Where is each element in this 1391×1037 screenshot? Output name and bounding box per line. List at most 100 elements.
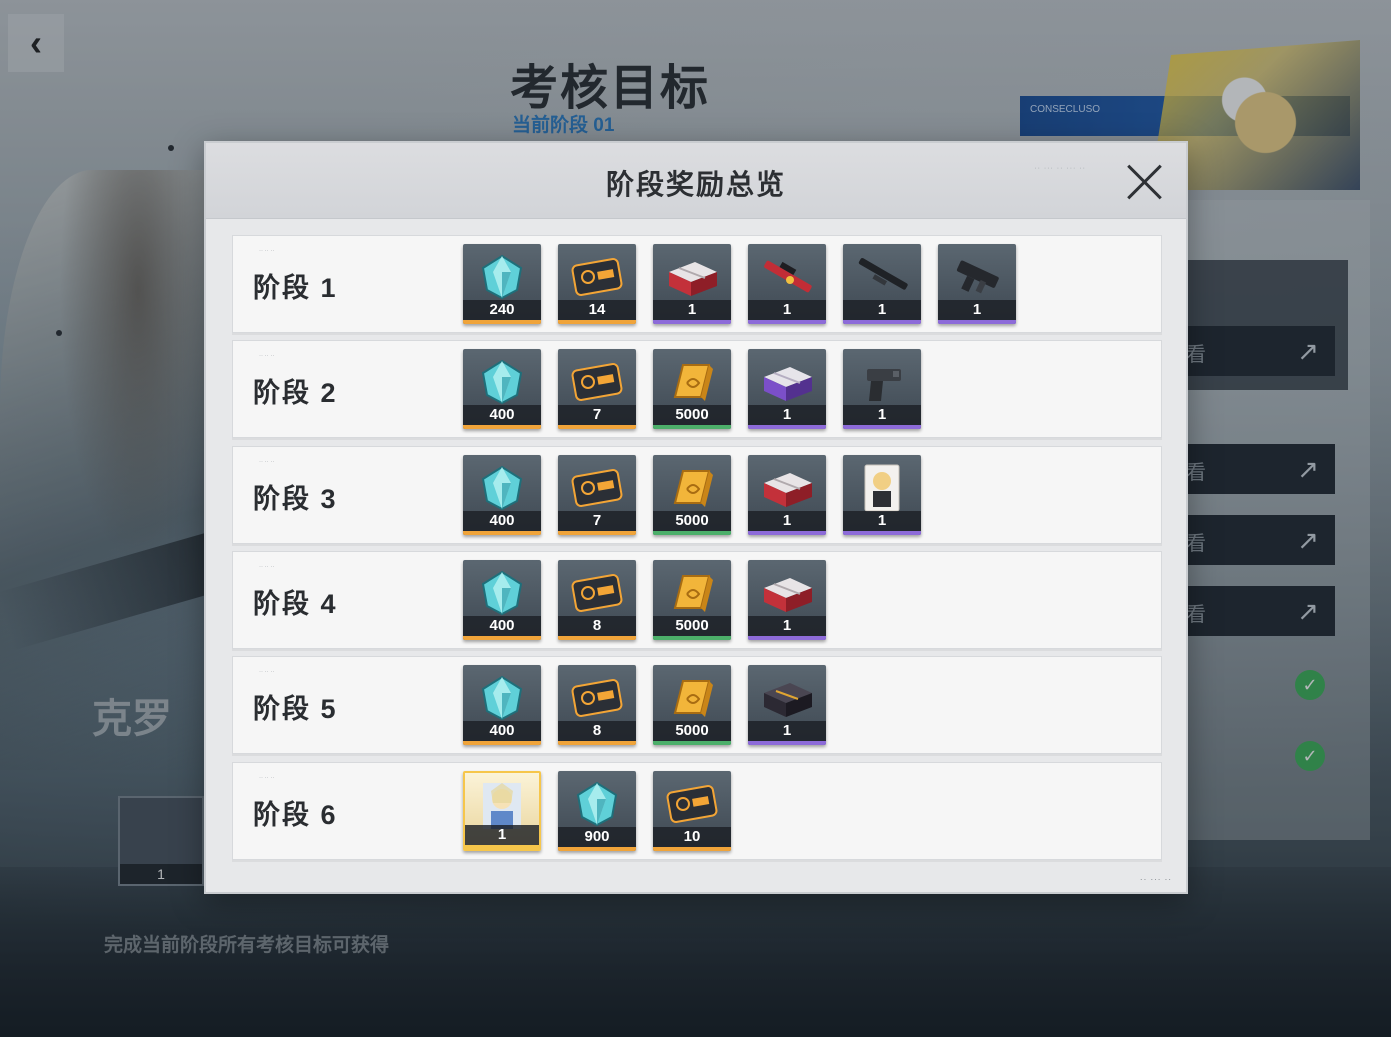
reward-count: 1 <box>938 300 1016 320</box>
reward-item[interactable]: 5000 <box>653 349 731 429</box>
reward-count: 1 <box>843 405 921 425</box>
stage-row: ·· ·· ·· 阶段 3 400 7 5000 1 1 <box>232 446 1162 544</box>
ticket-icon <box>566 252 628 307</box>
reward-count: 7 <box>558 405 636 425</box>
reward-item[interactable]: 1 <box>463 771 541 851</box>
rarity-bar <box>558 531 636 535</box>
rarity-bar <box>558 741 636 745</box>
reward-list: 400 7 5000 1 1 <box>463 349 921 429</box>
reward-count: 1 <box>748 721 826 741</box>
reward-list: 400 8 5000 1 <box>463 665 826 745</box>
reward-item[interactable]: 900 <box>558 771 636 851</box>
stage-name: 阶段 2 <box>253 378 338 408</box>
reward-item[interactable]: 1 <box>748 455 826 535</box>
rarity-bar <box>558 425 636 429</box>
reward-count: 5000 <box>653 616 731 636</box>
crystal-icon <box>566 779 628 834</box>
reward-item[interactable]: 1 <box>748 560 826 640</box>
rarity-bar <box>843 320 921 324</box>
rarity-bar <box>843 531 921 535</box>
reward-item[interactable]: 400 <box>463 455 541 535</box>
purple-supply-box-icon <box>756 357 818 412</box>
reward-count: 5000 <box>653 405 731 425</box>
red-supply-box-icon <box>756 463 818 518</box>
stage-row: ·· ·· ·· 阶段 5 400 8 5000 1 <box>232 656 1162 754</box>
crystal-icon <box>471 463 533 518</box>
rarity-bar <box>748 320 826 324</box>
rarity-bar <box>653 847 731 851</box>
ticket-icon <box>661 779 723 834</box>
decor-code: ·· ·· ·· <box>259 669 275 675</box>
stage-name: 阶段 6 <box>253 800 338 830</box>
reward-item[interactable]: 7 <box>558 455 636 535</box>
reward-item[interactable]: 1 <box>653 244 731 324</box>
shotgun-icon <box>851 252 913 307</box>
rarity-bar <box>843 425 921 429</box>
rarity-bar <box>463 741 541 745</box>
reward-count: 400 <box>463 405 541 425</box>
reward-count: 400 <box>463 511 541 531</box>
reward-count: 1 <box>843 511 921 531</box>
reward-item[interactable]: 5000 <box>653 455 731 535</box>
decor-code: ·· ·· ·· <box>259 353 275 359</box>
rarity-bar <box>653 636 731 640</box>
rarity-bar <box>558 320 636 324</box>
reward-item[interactable]: 1 <box>938 244 1016 324</box>
reward-item[interactable]: 1 <box>843 244 921 324</box>
crystal-icon <box>471 357 533 412</box>
footer-decoration: ·· ··· ·· <box>1139 875 1172 884</box>
ticket-icon <box>566 357 628 412</box>
crystal-icon <box>471 673 533 728</box>
rarity-bar <box>463 531 541 535</box>
smg-icon <box>946 252 1008 307</box>
rarity-bar <box>463 425 541 429</box>
rarity-bar <box>653 425 731 429</box>
reward-item[interactable]: 5000 <box>653 665 731 745</box>
reward-item[interactable]: 8 <box>558 560 636 640</box>
modal-header: 阶段奖励总览 ·· ··· ·· ··· ·· <box>206 143 1186 219</box>
reward-count: 1 <box>748 405 826 425</box>
stage-row: ·· ·· ·· 阶段 6 1 900 10 <box>232 762 1162 860</box>
reward-count: 400 <box>463 616 541 636</box>
reward-list: 240 14 1 1 1 1 <box>463 244 1016 324</box>
stage-name: 阶段 3 <box>253 484 338 514</box>
reward-item[interactable]: 7 <box>558 349 636 429</box>
close-button[interactable] <box>1124 161 1164 201</box>
gold-bar-icon <box>661 357 723 412</box>
red-supply-box-icon <box>661 252 723 307</box>
reward-item[interactable]: 5000 <box>653 560 731 640</box>
reward-item[interactable]: 400 <box>463 349 541 429</box>
ticket-icon <box>566 568 628 623</box>
reward-item[interactable]: 1 <box>843 349 921 429</box>
decor-code: ·· ·· ·· <box>259 564 275 570</box>
crystal-icon <box>471 568 533 623</box>
reward-list: 400 8 5000 1 <box>463 560 826 640</box>
reward-item[interactable]: 8 <box>558 665 636 745</box>
rarity-bar <box>748 741 826 745</box>
rarity-bar <box>558 636 636 640</box>
decor-code: ·· ·· ·· <box>259 248 275 254</box>
reward-item[interactable]: 14 <box>558 244 636 324</box>
reward-item[interactable]: 10 <box>653 771 731 851</box>
decor-code: ·· ·· ·· <box>259 459 275 465</box>
reward-item[interactable]: 400 <box>463 665 541 745</box>
reward-item[interactable]: 1 <box>843 455 921 535</box>
stage-name: 阶段 5 <box>253 694 338 724</box>
reward-item[interactable]: 1 <box>748 349 826 429</box>
rarity-bar <box>463 636 541 640</box>
stage-name: 阶段 4 <box>253 589 338 619</box>
ticket-icon <box>566 673 628 728</box>
reward-item[interactable]: 1 <box>748 244 826 324</box>
rarity-bar <box>463 320 541 324</box>
reward-count: 1 <box>748 300 826 320</box>
rarity-bar <box>653 320 731 324</box>
reward-item[interactable]: 400 <box>463 560 541 640</box>
gold-bar-icon <box>661 568 723 623</box>
reward-count: 7 <box>558 511 636 531</box>
reward-list: 400 7 5000 1 1 <box>463 455 921 535</box>
stage-rewards-modal: 阶段奖励总览 ·· ··· ·· ··· ·· ·· ·· ·· 阶段 1 240 1… <box>204 141 1188 894</box>
reward-item[interactable]: 240 <box>463 244 541 324</box>
stage-name: 阶段 1 <box>253 273 338 303</box>
reward-count: 1 <box>748 616 826 636</box>
reward-item[interactable]: 1 <box>748 665 826 745</box>
